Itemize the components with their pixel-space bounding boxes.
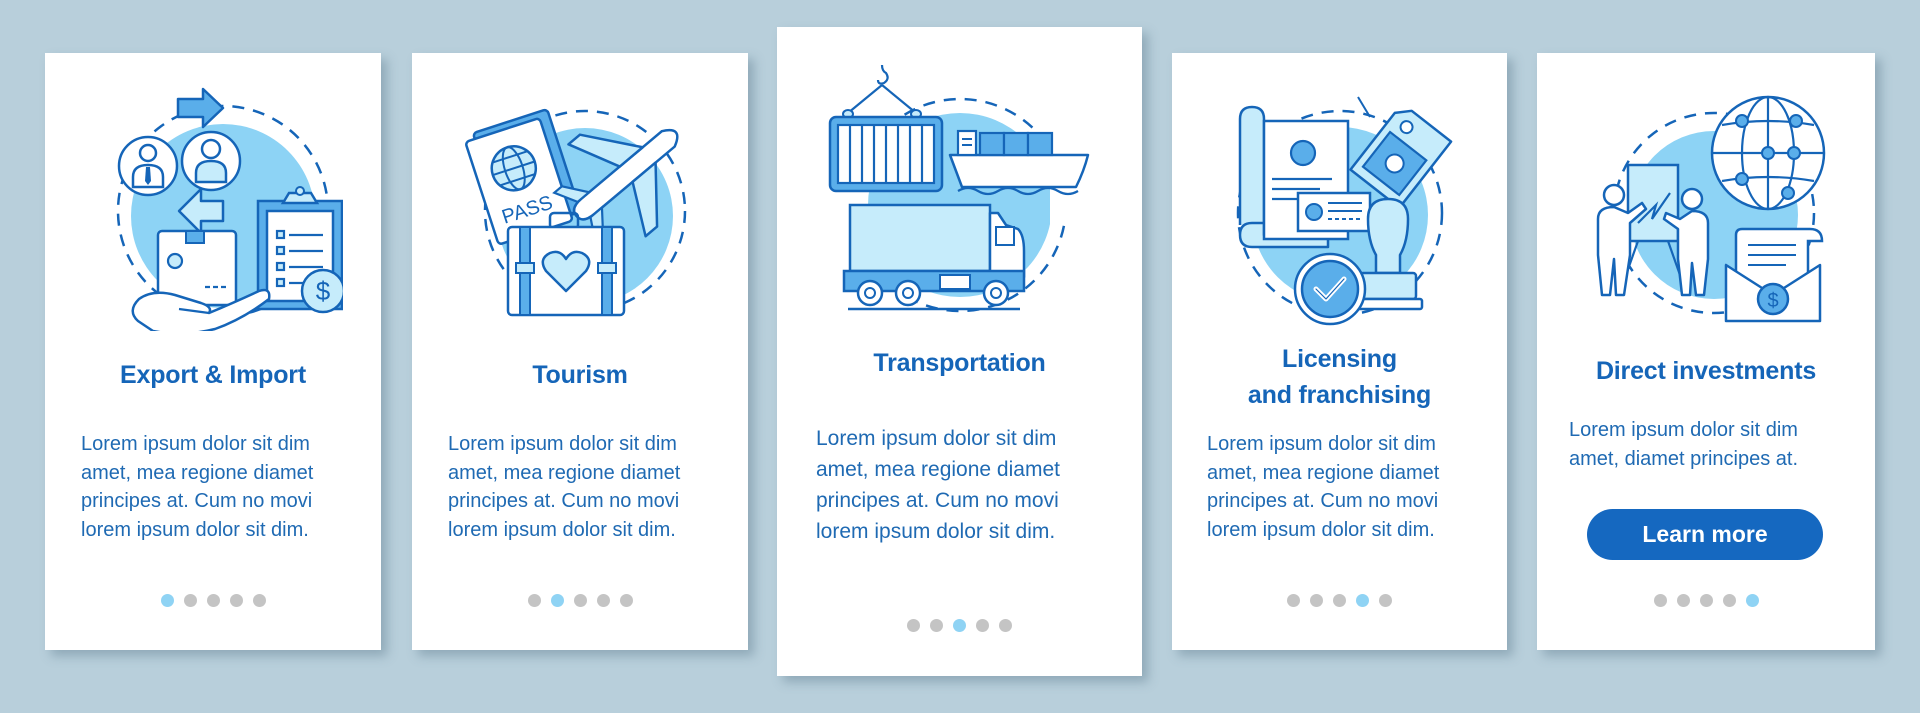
onboarding-card-transportation: Transportation Lorem ipsum dolor sit dim…	[777, 27, 1142, 676]
page-dot-1[interactable]	[1287, 594, 1300, 607]
page-dot-4[interactable]	[1356, 594, 1369, 607]
page-indicator	[777, 619, 1142, 632]
page-indicator	[1172, 594, 1507, 607]
page-dot-1[interactable]	[1653, 594, 1667, 607]
client-avatar-icon	[180, 130, 242, 192]
arrow-right-icon	[176, 87, 225, 129]
card-description: Lorem ipsum dolor sit dim amet, mea regi…	[1172, 430, 1507, 544]
page-dot-5[interactable]	[619, 594, 633, 607]
card-description: Lorem ipsum dolor sit dim amet, mea regi…	[45, 430, 381, 544]
page-dot-1[interactable]	[160, 594, 174, 607]
svg-text:$: $	[316, 276, 331, 306]
page-dot-3[interactable]	[573, 594, 587, 607]
page-dot-5[interactable]	[1745, 594, 1759, 607]
description-line: lorem ipsum dolor sit dim.	[816, 520, 1056, 543]
suitcase-icon	[506, 211, 626, 317]
onboarding-card-export-import: $ Export & Import Lorem ipsum dolor sit …	[45, 53, 381, 650]
description-line: Lorem ipsum dolor sit dim	[1207, 433, 1436, 455]
page-dot-4[interactable]	[596, 594, 610, 607]
title-line: and franchising	[1247, 381, 1432, 409]
description-line: amet, diamet principes at.	[1569, 447, 1798, 470]
title-line: Direct investments	[1595, 357, 1817, 385]
id-card-icon	[1296, 191, 1371, 233]
onboarding-card-tourism: PASS Tourism Lorem ipsum dolor sit dim a…	[412, 53, 748, 650]
card-title: Export & Import	[45, 357, 381, 393]
description-line: lorem ipsum dolor sit dim.	[448, 518, 676, 541]
onboarding-card-direct-investments: $ Direct investments Lorem ipsum dolor s…	[1537, 53, 1875, 650]
onboarding-card-licensing: Licensing and franchising Lorem ipsum do…	[1172, 53, 1507, 650]
licensing-franchising-illustration	[1172, 95, 1507, 335]
page-indicator	[412, 594, 748, 607]
globe-network-icon	[1710, 95, 1826, 211]
title-line: Export & Import	[120, 361, 306, 389]
card-description: Lorem ipsum dolor sit dim amet, mea regi…	[412, 430, 748, 544]
approved-check-icon	[1293, 252, 1366, 326]
description-line: Lorem ipsum dolor sit dim	[448, 433, 677, 455]
page-dot-2[interactable]	[550, 594, 564, 607]
description-line: amet, mea regione diamet	[816, 458, 1060, 481]
page-dot-2[interactable]	[1310, 594, 1323, 607]
page-dot-2[interactable]	[183, 594, 197, 607]
description-line: amet, mea regione diamet	[448, 461, 681, 484]
page-dot-1[interactable]	[907, 619, 920, 632]
description-line: Lorem ipsum dolor sit dim	[81, 433, 310, 455]
page-dot-2[interactable]	[1676, 594, 1690, 607]
page-dot-2[interactable]	[930, 619, 943, 632]
svg-text:$: $	[1767, 290, 1778, 312]
description-line: Lorem ipsum dolor sit dim	[816, 427, 1057, 450]
transportation-illustration	[777, 65, 1142, 325]
direct-investments-illustration: $	[1537, 95, 1875, 335]
page-dot-1[interactable]	[527, 594, 541, 607]
description-line: amet, mea regione diamet	[81, 461, 314, 484]
page-dot-3[interactable]	[1699, 594, 1713, 607]
learn-more-button[interactable]: Learn more	[1587, 509, 1823, 560]
title-line: Transportation	[873, 349, 1046, 377]
tourism-illustration: PASS	[412, 91, 748, 331]
description-line: principes at. Cum no movi	[81, 490, 313, 512]
description-line: Lorem ipsum dolor sit dim	[1569, 419, 1798, 441]
description-line: principes at. Cum no movi	[816, 489, 1059, 512]
passport-icon: PASS	[465, 108, 581, 245]
page-indicator	[45, 594, 381, 607]
crane-hook-icon	[841, 65, 922, 119]
dollar-coin-icon: $	[300, 268, 343, 314]
page-dot-4[interactable]	[976, 619, 989, 632]
card-description: Lorem ipsum dolor sit dim amet, mea regi…	[777, 423, 1142, 547]
card-title: Direct investments	[1537, 353, 1875, 389]
description-line: amet, mea regione diamet	[1207, 461, 1440, 484]
page-dot-5[interactable]	[1379, 594, 1392, 607]
truck-icon	[842, 203, 1025, 311]
page-dot-3[interactable]	[1333, 594, 1346, 607]
title-line: Tourism	[532, 361, 628, 389]
description-line: principes at. Cum no movi	[1207, 490, 1439, 512]
page-dot-4[interactable]	[1722, 594, 1736, 607]
card-title: Licensing and franchising	[1172, 341, 1507, 413]
businessman-avatar-icon	[117, 135, 179, 197]
page-indicator	[1537, 594, 1875, 607]
card-title: Tourism	[412, 357, 748, 393]
description-line: lorem ipsum dolor sit dim.	[81, 518, 309, 541]
envelope-invoice-icon: $	[1724, 227, 1824, 323]
card-title: Transportation	[777, 345, 1142, 381]
description-line: lorem ipsum dolor sit dim.	[1207, 518, 1435, 541]
export-import-illustration: $	[45, 81, 381, 331]
description-line: principes at. Cum no movi	[448, 490, 680, 512]
shipping-container-icon	[828, 115, 943, 193]
card-description: Lorem ipsum dolor sit dim amet, diamet p…	[1537, 416, 1875, 473]
page-dot-5[interactable]	[999, 619, 1012, 632]
page-dot-3[interactable]	[206, 594, 220, 607]
page-dot-5[interactable]	[252, 594, 266, 607]
page-dot-4[interactable]	[229, 594, 243, 607]
page-dot-3[interactable]	[953, 619, 966, 632]
title-line: Licensing	[1282, 345, 1397, 373]
